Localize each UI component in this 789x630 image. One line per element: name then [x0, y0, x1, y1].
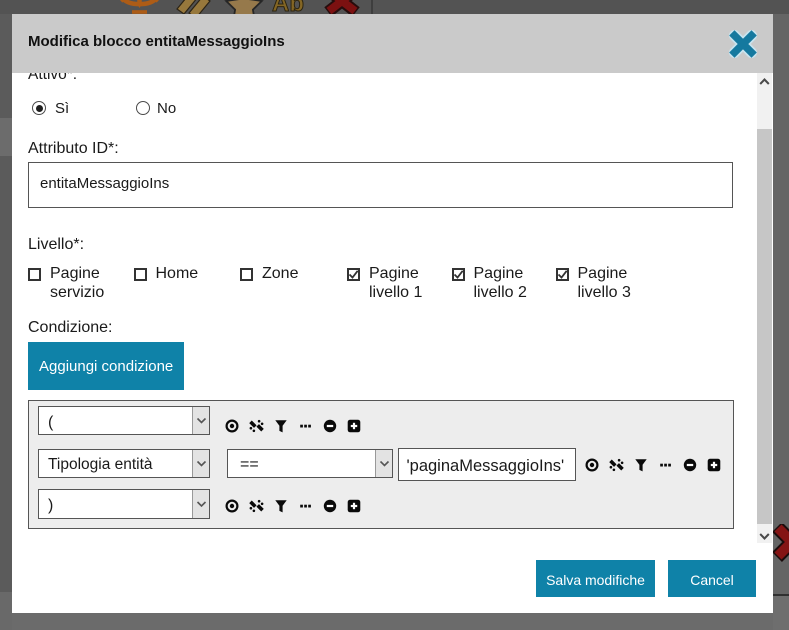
svg-text:Ab: Ab — [272, 0, 304, 14]
